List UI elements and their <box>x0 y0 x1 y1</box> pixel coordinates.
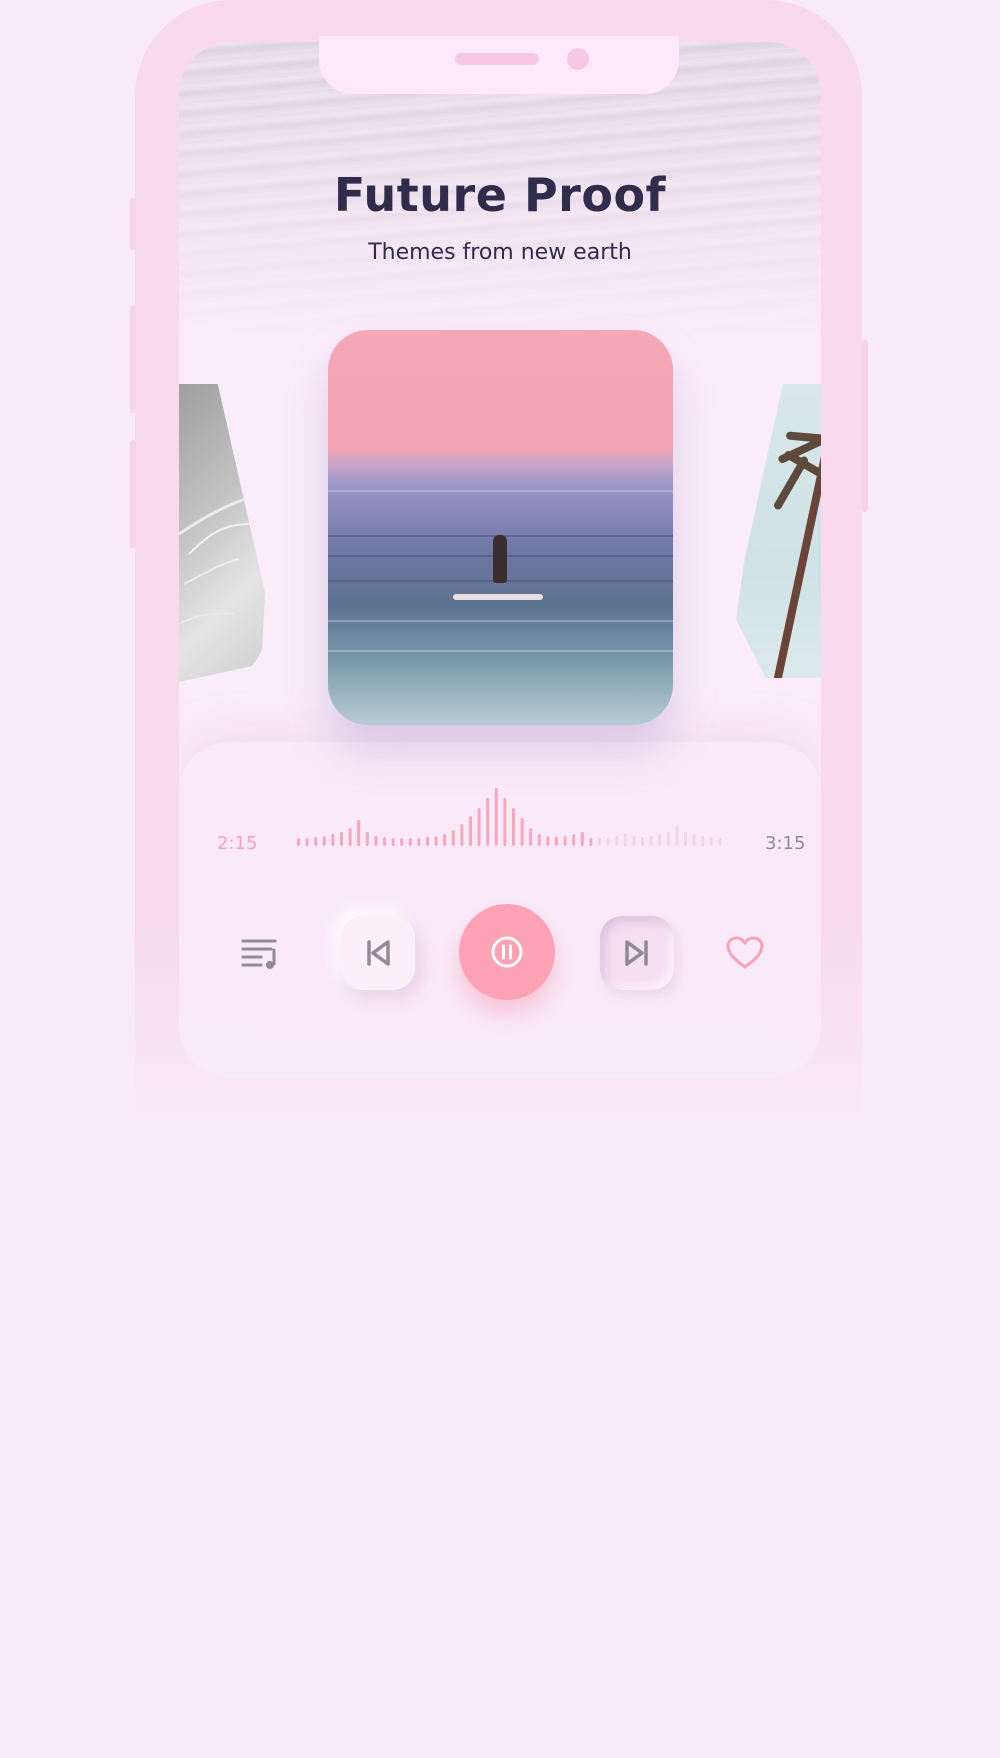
playlist-icon <box>241 939 277 969</box>
waveform-bar-played <box>434 836 438 846</box>
waveform-bar-played <box>443 834 447 846</box>
phone-notch <box>319 36 679 94</box>
waveform-bar-played <box>365 832 369 846</box>
waveform-bar-unplayed <box>675 826 679 846</box>
previous-track-button[interactable] <box>341 916 415 990</box>
waveform-bar-played <box>572 834 576 846</box>
waveform-bar-played <box>537 834 541 846</box>
surfer-figure <box>493 535 507 583</box>
waveform-bar-unplayed <box>709 837 713 846</box>
waveform-bar-played <box>297 838 300 846</box>
waveform-bar-unplayed <box>658 834 662 846</box>
waveform-bar-played <box>426 837 429 846</box>
waveform-bar-unplayed <box>615 836 619 846</box>
current-album-cover[interactable] <box>328 330 673 725</box>
progress-waveform[interactable] <box>296 780 726 852</box>
album-subtitle: Themes from new earth <box>368 240 632 265</box>
waveform-bar-unplayed <box>606 838 610 846</box>
phone-camera <box>567 48 589 70</box>
waveform-bar-played <box>348 828 352 846</box>
waveform-bar-played <box>580 832 584 846</box>
phone-power-button <box>862 340 868 512</box>
waveform-bar-played <box>451 830 455 846</box>
waveform-bar-played <box>417 838 421 846</box>
pause-button[interactable] <box>459 904 555 1000</box>
waveform-bar-played <box>512 808 515 846</box>
waveform-bar-unplayed <box>666 832 670 846</box>
pause-icon <box>491 936 523 968</box>
waveform-bar-played <box>357 820 361 846</box>
waveform-bar-unplayed <box>692 834 696 846</box>
waveform-bar-unplayed <box>632 836 636 846</box>
next-track-button[interactable] <box>600 916 674 990</box>
phone-volume-up-button <box>130 305 136 413</box>
skip-next-icon <box>625 940 648 966</box>
favorite-button[interactable] <box>721 930 769 976</box>
elapsed-time: 2:15 <box>217 833 258 854</box>
phone-speaker <box>455 53 539 65</box>
waveform-bar-played <box>400 838 404 846</box>
waveform-bar-played <box>391 838 395 846</box>
album-title: Future Proof <box>333 168 667 222</box>
horizon-line <box>328 490 673 492</box>
skip-previous-icon <box>367 940 390 966</box>
waveform-bar-unplayed <box>641 837 644 846</box>
heart-icon <box>726 936 764 969</box>
waveform-bar-played <box>460 824 464 846</box>
waveform-bar-played <box>563 836 567 846</box>
waveform-bar-unplayed <box>598 838 601 846</box>
waveform-bar-played <box>486 798 490 846</box>
waveform-bar-played <box>408 838 412 846</box>
waveform-bar-unplayed <box>718 838 722 846</box>
waveform-bar-unplayed <box>623 834 627 846</box>
wave-line <box>328 650 673 652</box>
total-time: 3:15 <box>765 833 806 854</box>
waveform-bar-unplayed <box>684 832 687 846</box>
waveform-bar-played <box>477 808 481 846</box>
waveform-bar-played <box>374 836 378 846</box>
waveform-bar-played <box>314 837 318 846</box>
waveform-bar-played <box>305 838 309 846</box>
waveform-bar-played <box>546 836 550 846</box>
waveform-bar-played <box>469 816 472 846</box>
waveform-bar-unplayed <box>649 836 653 846</box>
wave-line <box>328 620 673 622</box>
waveform-bar-played <box>520 818 524 846</box>
waveform-bar-played <box>494 788 498 846</box>
waveform-bar-played <box>340 832 343 846</box>
waveform-bar-played <box>383 837 386 846</box>
waveform-bar-played <box>589 838 593 846</box>
phone-volume-down-button <box>130 440 136 548</box>
playlist-button[interactable] <box>236 932 284 974</box>
palm-leaf <box>772 455 810 511</box>
waveform-bar-played <box>503 798 507 846</box>
waveform-bar-played <box>555 837 558 846</box>
waveform-bar-played <box>331 834 335 846</box>
palm-trunk <box>771 455 821 678</box>
paddle-board <box>453 594 543 600</box>
waveform-bar-unplayed <box>701 836 705 846</box>
waveform-bar-played <box>529 828 533 846</box>
waveform-bar-played <box>322 836 326 846</box>
